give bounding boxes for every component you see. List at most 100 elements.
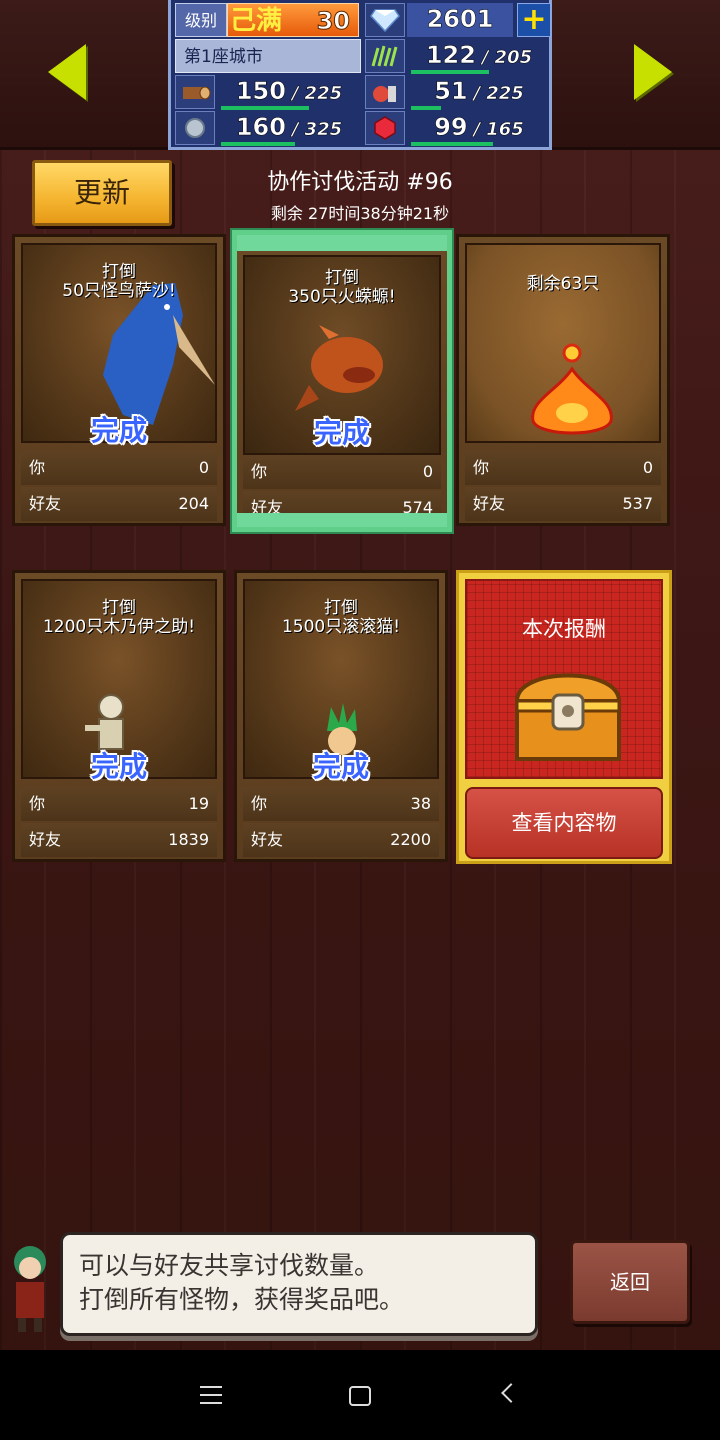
quest-title: 打倒 1500只滚滚猫! <box>237 599 445 637</box>
you-count: 38 <box>410 794 431 813</box>
quest-title-line2: 1500只滚滚猫! <box>281 617 401 637</box>
view-contents-button[interactable]: 查看内容物 <box>465 787 663 859</box>
ore-max: 325 <box>304 119 343 141</box>
update-button[interactable]: 更新 <box>32 160 172 226</box>
level-value: 30 <box>316 7 350 36</box>
food-amount: 51/225 <box>434 77 524 106</box>
food-value: 51 <box>434 77 468 106</box>
grass-value: 122 <box>425 41 477 70</box>
you-label: 你 <box>251 794 268 813</box>
hint-line1: 可以与好友共享讨伐数量。 <box>79 1251 380 1280</box>
friend-count: 204 <box>178 494 209 513</box>
you-label: 你 <box>29 458 46 477</box>
wood-value: 150 <box>235 77 287 106</box>
friend-label: 好友 <box>251 498 284 517</box>
prev-city-arrow-icon[interactable] <box>48 44 86 100</box>
wood-amount: 150/225 <box>235 77 343 106</box>
quest-title-line2: 50只怪鸟萨沙! <box>62 281 176 301</box>
quest-card-salamander[interactable]: 打倒 350只火蝾螈! 完成 你0 好友 574 <box>232 230 452 532</box>
ore-bar <box>221 142 295 146</box>
you-label: 你 <box>29 794 46 813</box>
quest-title: 打倒 350只火蝾螈! <box>237 269 447 307</box>
friend-row: 好友 2200 <box>243 823 439 857</box>
you-count: 19 <box>188 794 209 813</box>
you-label: 你 <box>473 458 490 477</box>
advisor-avatar <box>14 1246 46 1332</box>
ruby-icon <box>365 111 405 145</box>
next-city-arrow-icon[interactable] <box>634 44 672 100</box>
hint-line2: 打倒所有怪物，获得奖品吧。 <box>79 1285 405 1314</box>
ore-amount: 160/325 <box>235 113 343 142</box>
done-label: 完成 <box>90 750 147 783</box>
quest-title-line1: 打倒 <box>102 262 136 282</box>
grass-max: 205 <box>494 47 533 69</box>
friend-count: 2200 <box>390 830 431 849</box>
home-icon[interactable] <box>349 1386 371 1406</box>
reward-title: 本次报酬 <box>522 617 606 641</box>
reward-card: 本次报酬 查看内容物 <box>456 570 672 864</box>
friend-row: 好友 537 <box>465 487 661 521</box>
gem-icon <box>365 3 405 37</box>
grass-amount: 122/205 <box>425 41 533 70</box>
friend-row: 好友 204 <box>21 487 217 521</box>
wood-bar <box>221 106 309 110</box>
you-row: 你0 <box>243 455 441 489</box>
you-label: 你 <box>251 462 268 481</box>
quest-title: 打倒 50只怪鸟萨沙! <box>15 263 223 301</box>
city-name: 第1座城市 <box>175 39 361 73</box>
treasure-chest-icon <box>514 673 622 761</box>
back-button[interactable]: 返回 <box>570 1240 690 1324</box>
status-bar: 级别 己满 30 2601 + 第1座城市 122/205 150/225 51… <box>0 0 720 150</box>
quest-title: 打倒 1200只木乃伊之助! <box>15 599 223 637</box>
friend-row: 好友 574 <box>243 491 441 525</box>
reward-panel: 本次报酬 <box>465 579 663 779</box>
quest-card-art <box>465 243 661 443</box>
done-label: 完成 <box>312 750 369 783</box>
level-max-text: 己满 <box>230 6 283 36</box>
game-screen: 级别 己满 30 2601 + 第1座城市 122/205 150/225 51… <box>0 0 720 1350</box>
level-max-badge: 己满 30 <box>227 3 359 37</box>
grass-icon <box>365 39 405 73</box>
quest-title-line2: 1200只木乃伊之助! <box>42 617 196 637</box>
quest-card-mummy[interactable]: 打倒 1200只木乃伊之助! 完成 你 19 好友 1839 <box>12 570 226 862</box>
you-count: 0 <box>422 462 433 481</box>
quest-card-bird[interactable]: 打倒 50只怪鸟萨沙! 完成 你0 好友 204 <box>12 234 226 526</box>
ore-icon <box>175 111 215 145</box>
you-count: 0 <box>198 458 209 477</box>
ore-value: 160 <box>235 113 287 142</box>
friend-label: 好友 <box>29 494 62 513</box>
friend-count: 574 <box>402 498 433 517</box>
food-bar <box>411 106 441 110</box>
quest-title-line2: 350只火蝾螈! <box>288 287 396 307</box>
ruby-bar <box>411 142 493 146</box>
quest-title-line1: 打倒 <box>325 268 359 288</box>
you-row: 你 19 <box>21 787 217 821</box>
add-gems-button[interactable]: + <box>517 3 551 37</box>
friend-count: 1839 <box>168 830 209 849</box>
done-label: 完成 <box>313 416 370 449</box>
level-label: 级别 <box>175 3 227 37</box>
food-max: 225 <box>486 83 524 105</box>
you-row: 你0 <box>21 451 217 485</box>
quest-card-flame[interactable]: 剩余63只 你0 好友 537 <box>456 234 670 526</box>
you-row: 你 38 <box>243 787 439 821</box>
friend-count: 537 <box>622 494 653 513</box>
you-row: 你0 <box>465 451 661 485</box>
quest-title: 剩余63只 <box>526 274 600 294</box>
quest-title-line1: 打倒 <box>324 598 358 618</box>
done-label: 完成 <box>90 414 147 447</box>
gem-count: 2601 <box>407 3 513 37</box>
friend-label: 好友 <box>473 494 506 513</box>
hint-message: 可以与好友共享讨伐数量。 打倒所有怪物，获得奖品吧。 <box>60 1232 538 1336</box>
quest-title-line1: 打倒 <box>102 598 136 618</box>
grass-bar <box>411 70 489 74</box>
event-title: 协作讨伐活动 #96 <box>267 170 453 195</box>
friend-label: 好友 <box>29 830 62 849</box>
menu-icon[interactable] <box>200 1386 222 1404</box>
quest-card-cat[interactable]: 打倒 1500只滚滚猫! 完成 你 38 好友 2200 <box>234 570 448 862</box>
food-icon <box>365 75 405 109</box>
wood-max: 225 <box>304 83 343 105</box>
flame-monster-icon <box>531 343 613 435</box>
friend-row: 好友 1839 <box>21 823 217 857</box>
you-count: 0 <box>642 458 653 477</box>
